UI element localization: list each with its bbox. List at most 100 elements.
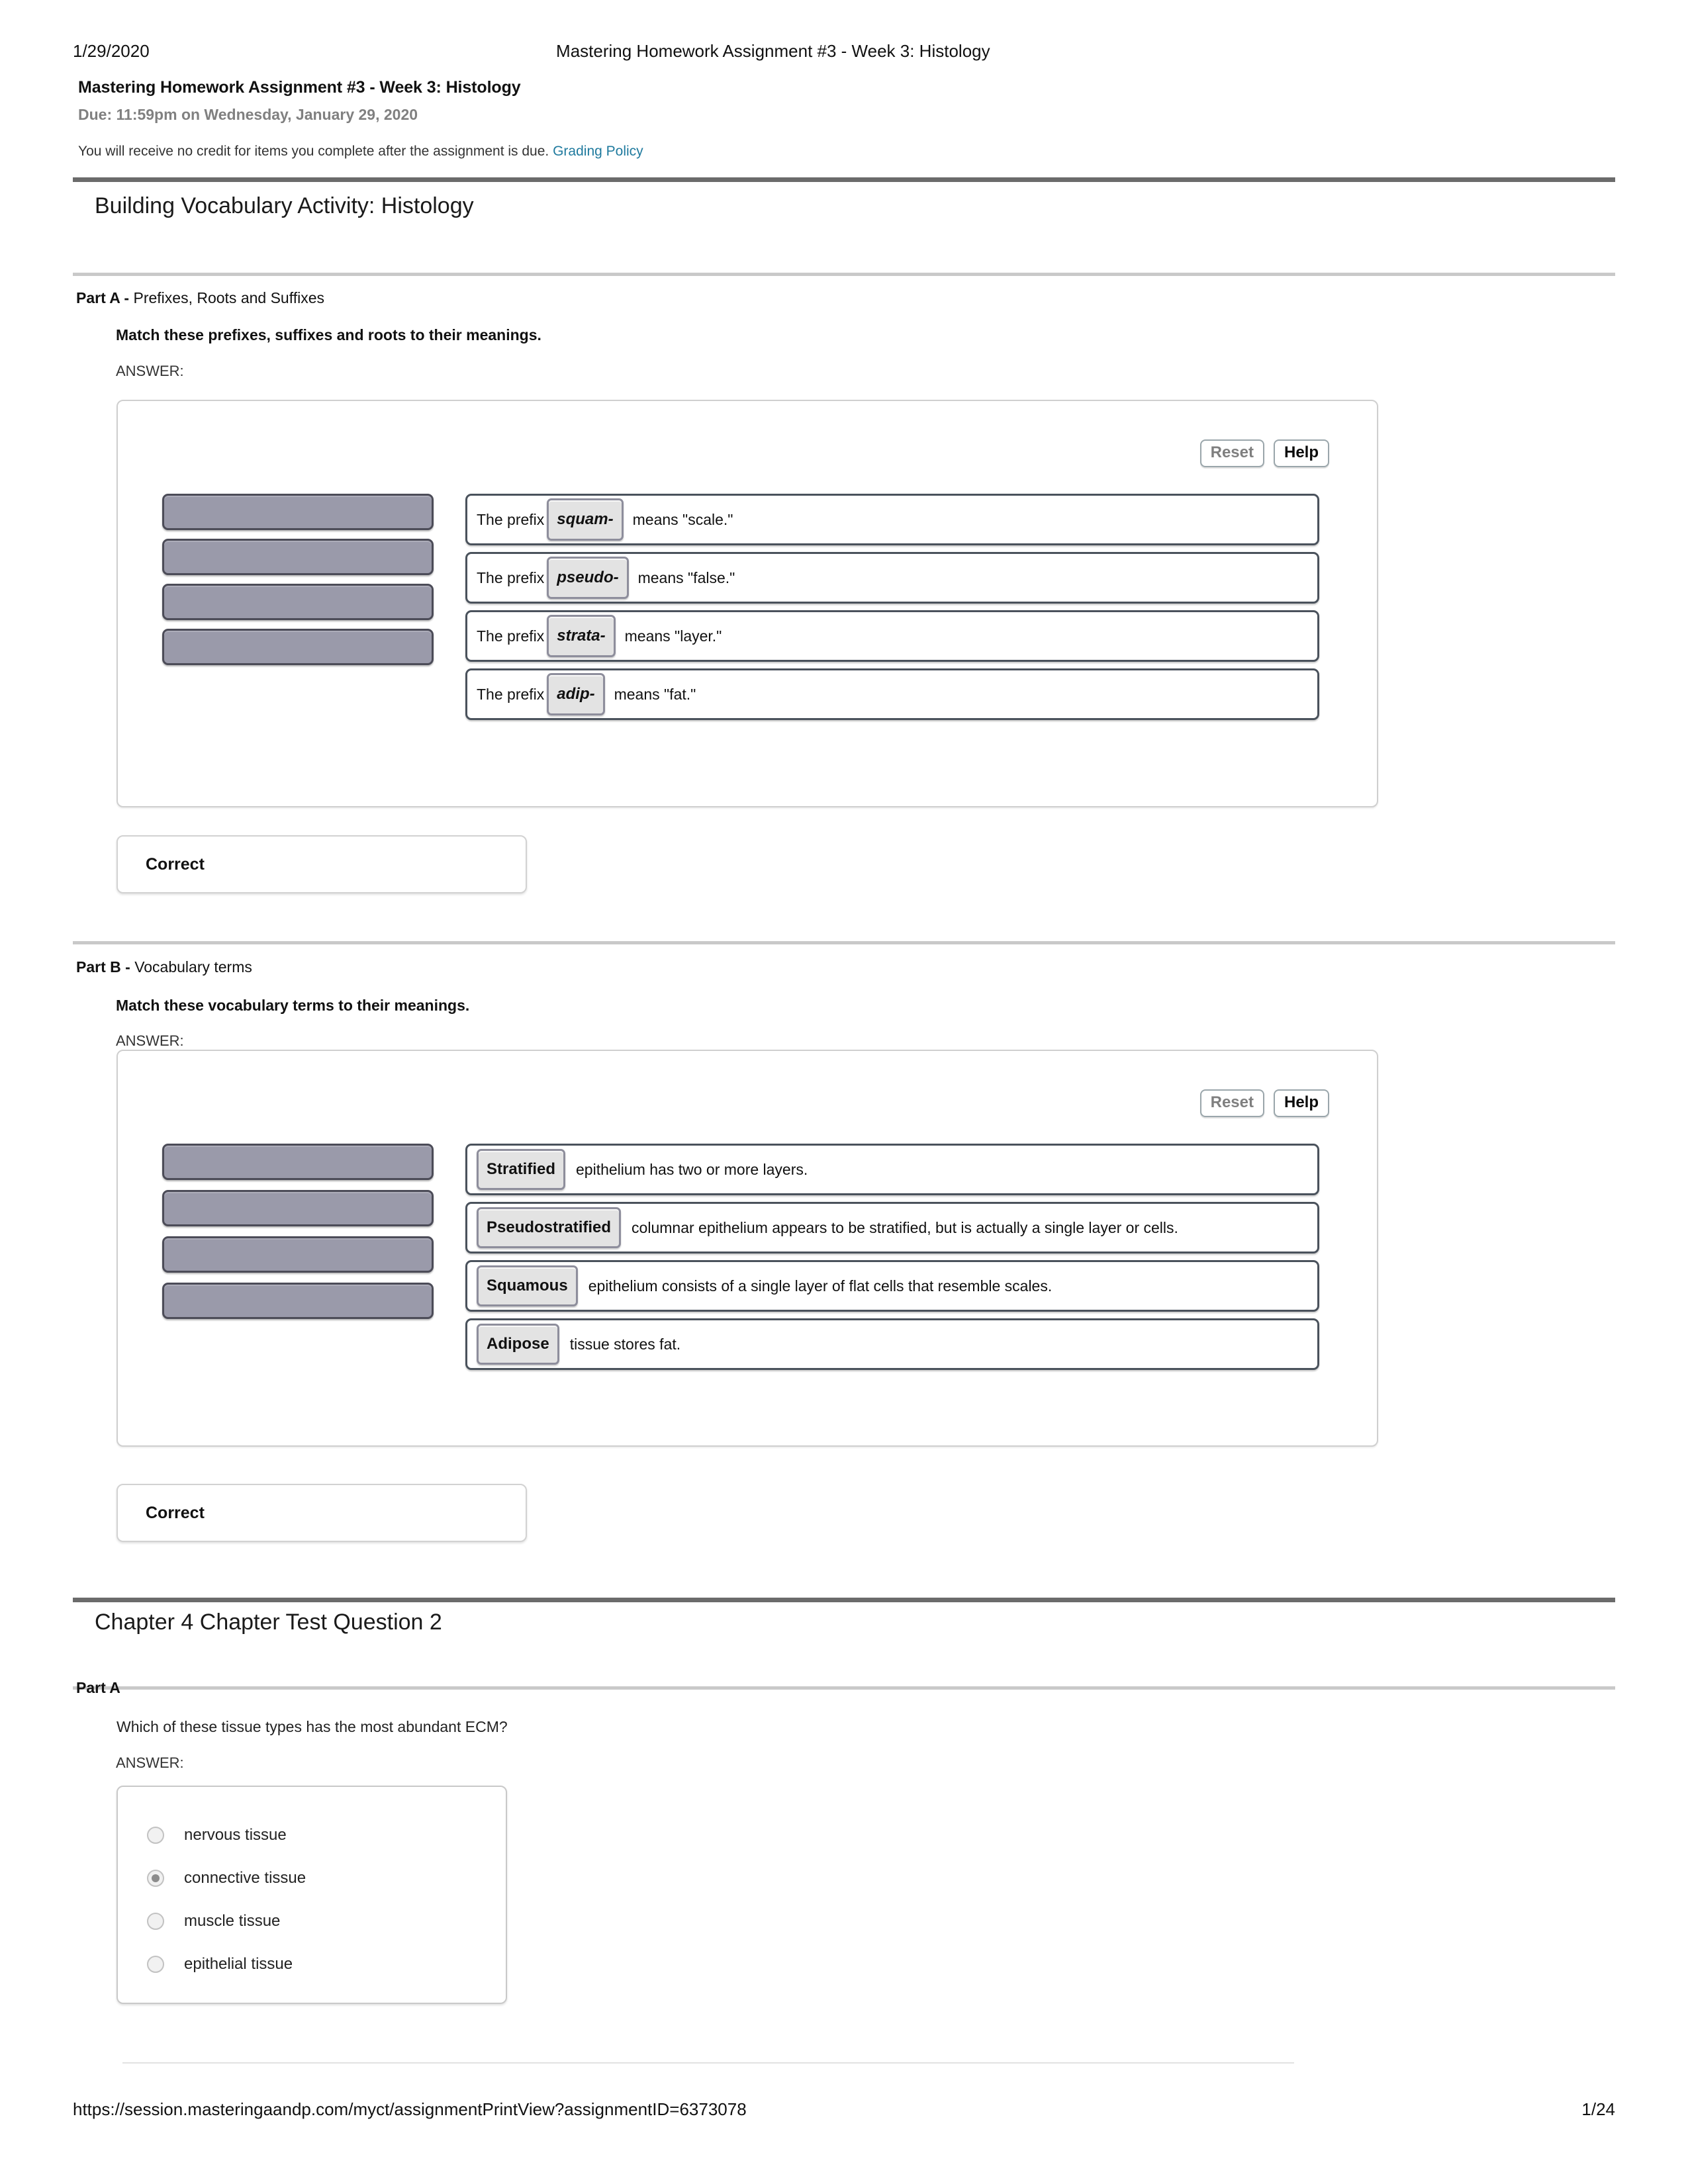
- item-2-title: Chapter 4 Chapter Test Question 2: [95, 1610, 442, 1635]
- item-2-question-text: Which of these tissue types has the most…: [117, 1718, 508, 1735]
- part-b-target-trail: columnar epithelium appears to be strati…: [632, 1218, 1178, 1236]
- part-a-label: Part A -: [76, 289, 134, 306]
- item-1-title: Building Vocabulary Activity: Histology: [95, 193, 474, 218]
- part-a-help-button[interactable]: Help: [1273, 439, 1329, 467]
- assignment-name: Mastering Homework Assignment #3 - Week …: [78, 78, 521, 97]
- part-b-feedback-text: Correct: [146, 1503, 205, 1522]
- part-a-prompt: Match these prefixes, suffixes and roots…: [116, 326, 541, 343]
- part-a-target-row[interactable]: The prefix strata- means "layer.": [465, 610, 1319, 662]
- part-a-bank-slot[interactable]: [162, 539, 434, 575]
- part-a-bank-slot[interactable]: [162, 629, 434, 665]
- radio-button-icon[interactable]: [147, 1955, 164, 1973]
- part-a-target-lead: The prefix: [477, 569, 545, 586]
- part-b-target-row[interactable]: Pseudostratified columnar epithelium app…: [465, 1202, 1319, 1253]
- part-a-feedback-box: Correct: [117, 835, 527, 893]
- radio-option-label: connective tissue: [184, 1868, 306, 1887]
- part-a-answer-bank: [162, 494, 434, 720]
- part-b-bank-slot[interactable]: [162, 1236, 434, 1273]
- print-date: 1/29/2020: [73, 41, 150, 61]
- part-a-target-chip[interactable]: adip-: [547, 673, 605, 715]
- part-b-help-button[interactable]: Help: [1273, 1089, 1329, 1117]
- part-b-target-chip[interactable]: Stratified: [477, 1149, 566, 1190]
- radio-option-row[interactable]: epithelial tissue: [118, 1942, 506, 1985]
- part-a-header: Part A - Prefixes, Roots and Suffixes: [76, 289, 324, 307]
- assignment-credit-note-text: You will receive no credit for items you…: [78, 144, 549, 159]
- part-a-target-chip[interactable]: pseudo-: [547, 557, 629, 599]
- part-a-target-trail: means "fat.": [614, 685, 696, 703]
- item-1-top-rule: [73, 177, 1615, 182]
- print-document-title: Mastering Homework Assignment #3 - Week …: [556, 41, 990, 61]
- part-b-match-board: Stratified epithelium has two or more la…: [162, 1144, 1319, 1370]
- radio-button-icon[interactable]: [147, 1826, 164, 1844]
- part-a-feedback-text: Correct: [146, 854, 205, 874]
- part-a-target-row[interactable]: The prefix adip- means "fat.": [465, 668, 1319, 720]
- radio-button-selected-icon[interactable]: [147, 1869, 164, 1887]
- grading-policy-link[interactable]: Grading Policy: [553, 144, 643, 159]
- item-2-part-a-label: Part A: [76, 1679, 120, 1696]
- part-b-target-chip[interactable]: Squamous: [477, 1265, 578, 1306]
- part-a-target-trail: means "layer.": [624, 627, 722, 645]
- print-header: 1/29/2020 Mastering Homework Assignment …: [73, 41, 1615, 62]
- item-2-part-a-header: Part A: [76, 1679, 120, 1697]
- part-a-activity-panel: Reset Help The prefix squam- means "scal…: [117, 400, 1378, 807]
- part-b-answer-bank: [162, 1144, 434, 1370]
- part-b-target-trail: epithelium has two or more layers.: [576, 1160, 808, 1178]
- assignment-due-date: Due: 11:59pm on Wednesday, January 29, 2…: [78, 106, 418, 123]
- part-a-bank-slot[interactable]: [162, 584, 434, 620]
- part-a-panel-buttons: Reset Help: [1199, 439, 1329, 467]
- part-a-description: Prefixes, Roots and Suffixes: [133, 289, 324, 306]
- part-b-target-trail: tissue stores fat.: [569, 1335, 681, 1353]
- part-b-bank-slot[interactable]: [162, 1190, 434, 1226]
- radio-option-label: muscle tissue: [184, 1911, 281, 1930]
- part-b-header: Part B - Vocabulary terms: [76, 958, 252, 976]
- radio-option-row[interactable]: connective tissue: [118, 1856, 506, 1899]
- part-a-target-trail: means "false.": [637, 569, 735, 586]
- part-b-prompt: Match these vocabulary terms to their me…: [116, 997, 470, 1014]
- item-2-part-a-rule: [73, 1686, 1615, 1690]
- item-2-top-rule: [73, 1598, 1615, 1602]
- part-b-feedback-box: Correct: [117, 1484, 527, 1542]
- radio-option-label: nervous tissue: [184, 1825, 287, 1844]
- footer-page-number: 1/24: [1581, 2099, 1615, 2119]
- part-a-reset-button[interactable]: Reset: [1199, 439, 1264, 467]
- part-b-panel-buttons: Reset Help: [1199, 1089, 1329, 1117]
- item-2-answer-options: nervous tissue connective tissue muscle …: [117, 1786, 507, 2004]
- part-a-target-row[interactable]: The prefix squam- means "scale.": [465, 494, 1319, 545]
- part-b-activity-panel: Reset Help Stratified epithelium has two…: [117, 1050, 1378, 1447]
- part-a-answer-label: ANSWER:: [116, 363, 184, 379]
- print-page: 1/29/2020 Mastering Homework Assignment …: [0, 0, 1688, 2184]
- part-a-target-lead: The prefix: [477, 685, 545, 703]
- part-b-target-chip[interactable]: Pseudostratified: [477, 1207, 622, 1248]
- part-b-bank-slot[interactable]: [162, 1283, 434, 1319]
- part-a-match-board: The prefix squam- means "scale." The pre…: [162, 494, 1319, 720]
- radio-option-row[interactable]: muscle tissue: [118, 1899, 506, 1942]
- part-b-rule: [73, 941, 1615, 944]
- assignment-credit-note: You will receive no credit for items you…: [78, 144, 1615, 159]
- part-a-target-row[interactable]: The prefix pseudo- means "false.": [465, 552, 1319, 604]
- part-a-target-chip[interactable]: squam-: [547, 498, 624, 541]
- part-b-target-list: Stratified epithelium has two or more la…: [465, 1144, 1319, 1370]
- part-b-description: Vocabulary terms: [134, 958, 252, 976]
- part-b-reset-button[interactable]: Reset: [1199, 1089, 1264, 1117]
- part-b-target-chip[interactable]: Adipose: [477, 1324, 559, 1365]
- part-b-label: Part B -: [76, 958, 135, 976]
- part-b-target-trail: epithelium consists of a single layer of…: [588, 1277, 1053, 1295]
- footer-url: https://session.masteringaandp.com/myct/…: [73, 2099, 747, 2119]
- part-a-target-trail: means "scale.": [632, 510, 733, 528]
- item-1-part-a-rule: [73, 273, 1615, 276]
- radio-button-icon[interactable]: [147, 1912, 164, 1930]
- radio-option-label: epithelial tissue: [184, 1954, 293, 1973]
- part-a-target-chip[interactable]: strata-: [547, 615, 616, 657]
- assignment-meta: Mastering Homework Assignment #3 - Week …: [78, 78, 1615, 159]
- part-b-target-row[interactable]: Squamous epithelium consists of a single…: [465, 1260, 1319, 1312]
- part-a-bank-slot[interactable]: [162, 494, 434, 530]
- part-b-target-row[interactable]: Stratified epithelium has two or more la…: [465, 1144, 1319, 1195]
- item-2-answer-label: ANSWER:: [116, 1754, 184, 1771]
- part-b-bank-slot[interactable]: [162, 1144, 434, 1180]
- part-a-target-list: The prefix squam- means "scale." The pre…: [465, 494, 1319, 720]
- radio-option-row[interactable]: nervous tissue: [118, 1813, 506, 1856]
- part-b-target-row[interactable]: Adipose tissue stores fat.: [465, 1318, 1319, 1370]
- footer-rule: [122, 2062, 1294, 2064]
- part-b-answer-label: ANSWER:: [116, 1032, 184, 1049]
- part-a-target-lead: The prefix: [477, 627, 545, 645]
